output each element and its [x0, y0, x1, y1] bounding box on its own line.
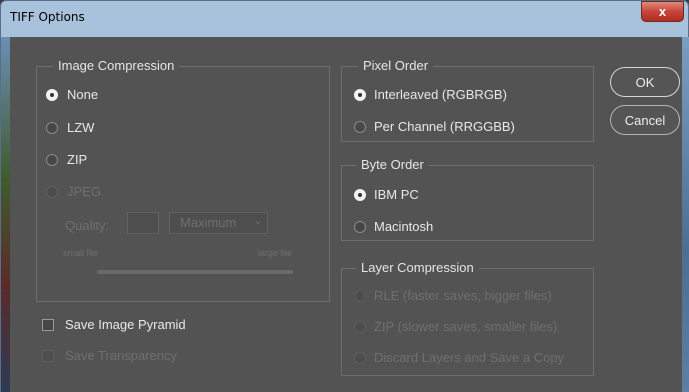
- compression-none-label[interactable]: None: [67, 87, 98, 102]
- close-icon: x: [658, 4, 667, 19]
- window-frame-right: [682, 37, 689, 392]
- quality-slider[interactable]: [97, 270, 293, 274]
- title-bar[interactable]: TIFF Options x: [1, 1, 688, 37]
- close-button[interactable]: x: [641, 1, 684, 22]
- ok-button[interactable]: OK: [610, 67, 680, 97]
- layer-compression-legend: Layer Compression: [356, 260, 479, 275]
- byte-order-ibm-pc-label[interactable]: IBM PC: [374, 187, 419, 202]
- layer-compression-zip-label[interactable]: ZIP (slower saves, smaller files): [374, 319, 557, 334]
- image-compression-legend: Image Compression: [53, 58, 180, 73]
- dialog-body: Image Compression None LZW ZIP JPEG Qual…: [10, 37, 682, 392]
- pixel-order-per-channel-radio[interactable]: [354, 121, 366, 133]
- quality-select[interactable]: Maximum ⌄: [169, 212, 268, 234]
- pixel-order-interleaved-label[interactable]: Interleaved (RGBRGB): [374, 87, 507, 102]
- save-image-pyramid-checkbox[interactable]: [42, 319, 54, 331]
- quality-select-value: Maximum: [180, 215, 237, 230]
- slider-max-label: large file: [258, 248, 293, 258]
- ok-button-label: OK: [635, 74, 655, 90]
- byte-order-macintosh-label[interactable]: Macintosh: [374, 219, 433, 234]
- cancel-button-label: Cancel: [624, 112, 666, 128]
- compression-zip-label[interactable]: ZIP: [67, 152, 87, 167]
- pixel-order-per-channel-label[interactable]: Per Channel (RRGGBB): [374, 119, 515, 134]
- byte-order-legend: Byte Order: [356, 157, 429, 172]
- save-transparency-checkbox[interactable]: [42, 350, 54, 362]
- layer-compression-rle-radio[interactable]: [354, 290, 366, 302]
- compression-jpeg-label[interactable]: JPEG: [67, 184, 101, 199]
- byte-order-ibm-pc-radio[interactable]: [354, 189, 366, 201]
- layer-compression-rle-label[interactable]: RLE (faster saves, bigger files): [374, 288, 552, 303]
- layer-compression-discard-radio[interactable]: [354, 352, 366, 364]
- window-title: TIFF Options: [10, 10, 85, 24]
- compression-jpeg-radio[interactable]: [46, 186, 58, 198]
- cancel-button[interactable]: Cancel: [610, 105, 680, 135]
- quality-input[interactable]: [127, 212, 159, 234]
- layer-compression-discard-label[interactable]: Discard Layers and Save a Copy: [374, 350, 564, 365]
- layer-compression-zip-radio[interactable]: [354, 321, 366, 333]
- save-transparency-label[interactable]: Save Transparency: [65, 348, 177, 363]
- window-frame-left: [1, 37, 10, 392]
- pixel-order-legend: Pixel Order: [358, 58, 434, 73]
- compression-none-radio[interactable]: [46, 89, 58, 101]
- compression-zip-radio[interactable]: [46, 154, 58, 166]
- slider-min-label: small file: [63, 248, 99, 258]
- byte-order-macintosh-radio[interactable]: [354, 221, 366, 233]
- tiff-options-dialog: TIFF Options x Image Compression None LZ…: [0, 0, 689, 392]
- compression-lzw-label[interactable]: LZW: [67, 120, 94, 135]
- chevron-down-icon: ⌄: [252, 213, 263, 227]
- save-image-pyramid-label[interactable]: Save Image Pyramid: [65, 317, 186, 332]
- pixel-order-interleaved-radio[interactable]: [354, 89, 366, 101]
- compression-lzw-radio[interactable]: [46, 122, 58, 134]
- quality-label: Quality:: [65, 218, 110, 233]
